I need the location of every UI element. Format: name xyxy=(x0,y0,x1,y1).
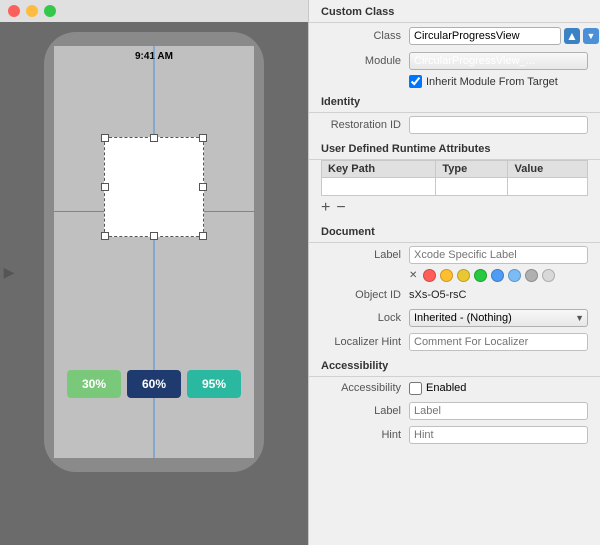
color-dots: ✕ xyxy=(409,269,555,282)
class-label: Class xyxy=(321,30,401,42)
section-document: Document xyxy=(309,220,600,243)
phone-screen: 9:41 AM 30% 60% xyxy=(54,46,254,458)
attrs-table: Key Path Type Value xyxy=(321,160,588,196)
right-panel: Custom Class Class ▲ ▼ Module CircularPr… xyxy=(308,0,600,545)
module-label: Module xyxy=(321,55,401,67)
accessibility-enabled-wrap: Enabled xyxy=(409,382,466,395)
col-value: Value xyxy=(508,161,588,178)
col-type: Type xyxy=(436,161,508,178)
restoration-row: Restoration ID xyxy=(309,113,600,137)
object-id-row: Object ID sXs-O5-rsC xyxy=(309,284,600,306)
progress-box-95: 95% xyxy=(187,370,241,398)
object-id-value: sXs-O5-rsC xyxy=(409,289,588,301)
color-dot-green[interactable] xyxy=(474,269,487,282)
handle-top-right[interactable] xyxy=(199,134,207,142)
lock-select-wrapper: Inherited - (Nothing) ▼ xyxy=(409,309,588,327)
titlebar xyxy=(0,0,308,22)
localizer-input[interactable] xyxy=(409,333,588,351)
add-attribute-button[interactable]: + xyxy=(321,200,330,216)
selected-view[interactable] xyxy=(104,137,204,237)
restoration-input[interactable] xyxy=(409,116,588,134)
table-row-empty xyxy=(322,178,588,196)
accessibility-enabled-row: Accessibility Enabled xyxy=(309,377,600,399)
restoration-label: Restoration ID xyxy=(321,119,401,131)
accessibility-label-row: Label xyxy=(309,399,600,423)
lock-row: Lock Inherited - (Nothing) ▼ xyxy=(309,306,600,330)
color-dot-light-gray[interactable] xyxy=(542,269,555,282)
color-dot-gray[interactable] xyxy=(525,269,538,282)
handle-mid-left[interactable] xyxy=(101,183,109,191)
localizer-label: Localizer Hint xyxy=(321,336,401,348)
progress-box-60: 60% xyxy=(127,370,181,398)
handle-bottom-left[interactable] xyxy=(101,232,109,240)
lock-label: Lock xyxy=(321,312,401,324)
phone-frame: 9:41 AM 30% 60% xyxy=(44,32,264,472)
lock-select[interactable]: Inherited - (Nothing) xyxy=(409,309,588,327)
accessibility-label-input[interactable] xyxy=(409,402,588,420)
minimize-button[interactable] xyxy=(26,5,38,17)
accessibility-field-label: Accessibility xyxy=(321,382,401,394)
inherit-checkbox[interactable] xyxy=(409,75,422,88)
accessibility-enabled-checkbox[interactable] xyxy=(409,382,422,395)
object-id-label: Object ID xyxy=(321,289,401,301)
cell-value xyxy=(508,178,588,196)
section-identity: Identity xyxy=(309,90,600,113)
handle-mid-right[interactable] xyxy=(199,183,207,191)
color-dot-yellow[interactable] xyxy=(457,269,470,282)
class-row: Class ▲ ▼ xyxy=(309,23,600,49)
accessibility-hint-input[interactable] xyxy=(409,426,588,444)
class-input[interactable] xyxy=(409,27,561,45)
accessibility-hint-row: Hint xyxy=(309,423,600,447)
progress-boxes: 30% 60% 95% xyxy=(54,370,254,398)
close-button[interactable] xyxy=(8,5,20,17)
section-custom-class: Custom Class xyxy=(309,0,600,23)
handle-bottom-right[interactable] xyxy=(199,232,207,240)
cell-keypath xyxy=(322,178,436,196)
remove-attribute-button[interactable]: − xyxy=(336,200,345,216)
color-dot-blue[interactable] xyxy=(491,269,504,282)
module-select-wrapper: CircularProgressView_... xyxy=(409,52,588,70)
color-x-icon[interactable]: ✕ xyxy=(409,270,417,281)
col-keypath: Key Path xyxy=(322,161,436,178)
class-stepper-down[interactable]: ▼ xyxy=(583,28,599,44)
class-input-wrap: ▲ ▼ xyxy=(409,27,599,45)
accessibility-hint-label: Hint xyxy=(321,429,401,441)
accessibility-enabled-label: Enabled xyxy=(426,382,466,394)
cell-type xyxy=(436,178,508,196)
module-select[interactable]: CircularProgressView_... xyxy=(409,52,588,70)
color-dots-row: ✕ xyxy=(309,267,600,284)
handle-bottom-mid[interactable] xyxy=(150,232,158,240)
localizer-row: Localizer Hint xyxy=(309,330,600,354)
inherit-checkbox-row: Inherit Module From Target xyxy=(309,73,600,90)
left-arrow[interactable]: ▶ xyxy=(0,258,18,288)
section-accessibility: Accessibility xyxy=(309,354,600,377)
handle-top-mid[interactable] xyxy=(150,134,158,142)
left-panel: 9:41 AM 30% 60% xyxy=(0,0,308,545)
inherit-label: Inherit Module From Target xyxy=(426,76,558,88)
document-label-label: Label xyxy=(321,249,401,261)
maximize-button[interactable] xyxy=(44,5,56,17)
document-label-input[interactable] xyxy=(409,246,588,264)
handle-top-left[interactable] xyxy=(101,134,109,142)
section-user-defined: User Defined Runtime Attributes xyxy=(309,137,600,160)
accessibility-label-label: Label xyxy=(321,405,401,417)
progress-box-30: 30% xyxy=(67,370,121,398)
module-row: Module CircularProgressView_... xyxy=(309,49,600,73)
color-dot-orange[interactable] xyxy=(440,269,453,282)
class-stepper-up[interactable]: ▲ xyxy=(564,28,580,44)
plus-minus-row: + − xyxy=(309,196,600,220)
color-dot-red[interactable] xyxy=(423,269,436,282)
color-dot-light-blue[interactable] xyxy=(508,269,521,282)
document-label-row: Label xyxy=(309,243,600,267)
